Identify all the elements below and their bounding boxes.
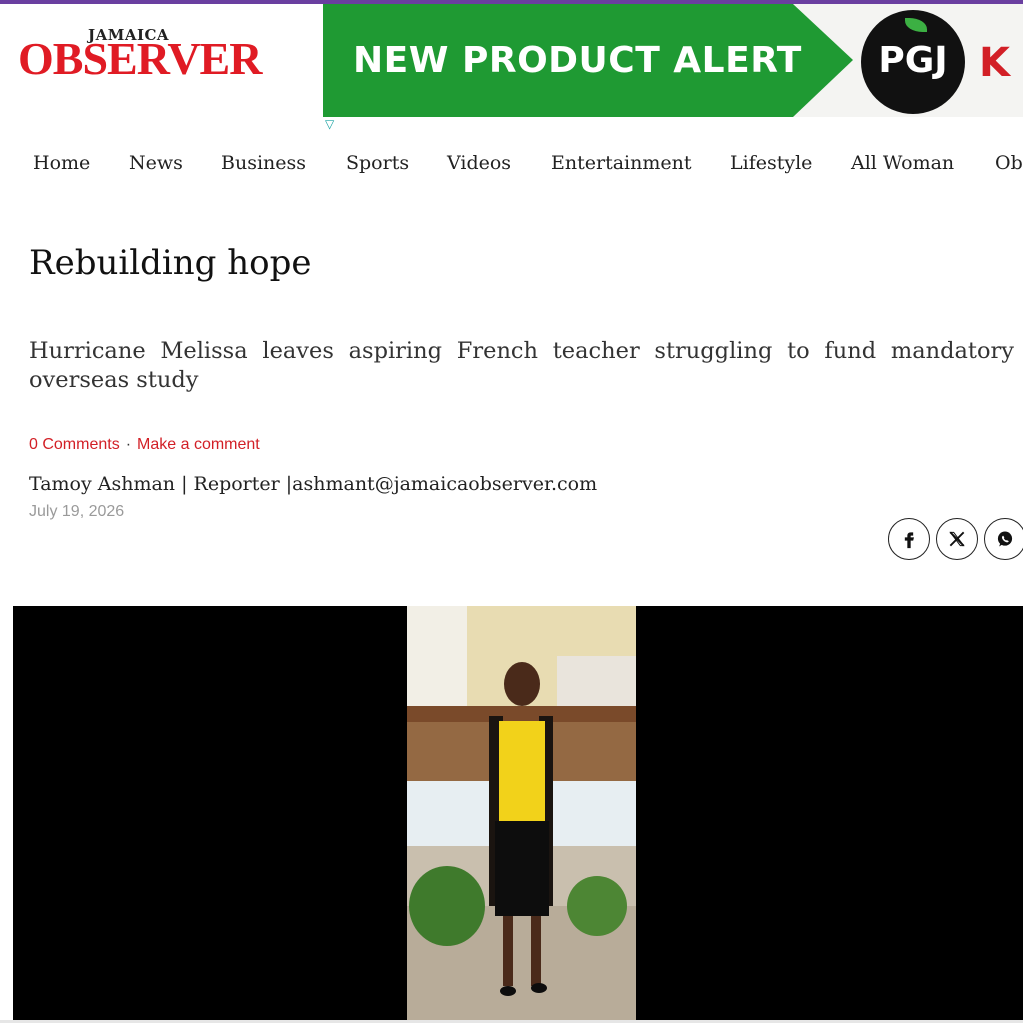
nav-item-home[interactable]: Home <box>33 152 90 174</box>
share-whatsapp-button[interactable] <box>984 518 1023 560</box>
facebook-icon <box>904 532 914 549</box>
leaf-icon <box>905 18 927 32</box>
nav-item-videos[interactable]: Videos <box>447 152 511 174</box>
nav-item-news[interactable]: News <box>129 152 183 174</box>
portrait-illustration <box>407 606 636 1020</box>
ad-extra-text: K <box>979 40 1010 86</box>
x-icon <box>949 531 965 547</box>
share-facebook-button[interactable] <box>888 518 930 560</box>
ad-headline: NEW PRODUCT ALERT <box>353 40 802 81</box>
comments-count-link[interactable]: 0 Comments <box>29 436 120 453</box>
ad-brand-badge: PGJ <box>861 10 965 114</box>
ad-choices-icon[interactable]: ▽ <box>325 117 334 131</box>
nav-item-all-woman[interactable]: All Woman <box>851 152 954 174</box>
make-comment-link[interactable]: Make a comment <box>137 436 260 453</box>
nav-item-sports[interactable]: Sports <box>346 152 409 174</box>
article-title: Rebuilding hope <box>29 243 312 283</box>
article-photo[interactable] <box>13 606 1023 1020</box>
nav-item-entertainment[interactable]: Entertainment <box>551 152 691 174</box>
nav-item-business[interactable]: Business <box>221 152 306 174</box>
banner-ad[interactable]: NEW PRODUCT ALERT PGJ K <box>323 4 1023 117</box>
comment-links: 0 Comments · Make a comment <box>29 436 260 454</box>
nav-item-lifestyle[interactable]: Lifestyle <box>730 152 812 174</box>
article-byline: Tamoy Ashman | Reporter |ashmant@jamaica… <box>29 473 598 495</box>
separator-dot: · <box>125 436 132 453</box>
ad-brand-text: PGJ <box>878 40 948 81</box>
article-subtitle: Hurricane Melissa leaves aspiring French… <box>29 338 1014 393</box>
logo-observer-text: OBSERVER <box>18 33 262 84</box>
share-x-button[interactable] <box>936 518 978 560</box>
main-nav: Home News Business Sports Videos Enterta… <box>0 152 1023 182</box>
portrait-image <box>407 606 636 1020</box>
site-logo[interactable]: JAMAICA OBSERVER <box>18 24 288 86</box>
article-date: July 19, 2026 <box>29 503 125 520</box>
whatsapp-icon <box>997 531 1013 547</box>
nav-item-observer-more[interactable]: Ob <box>995 152 1023 174</box>
